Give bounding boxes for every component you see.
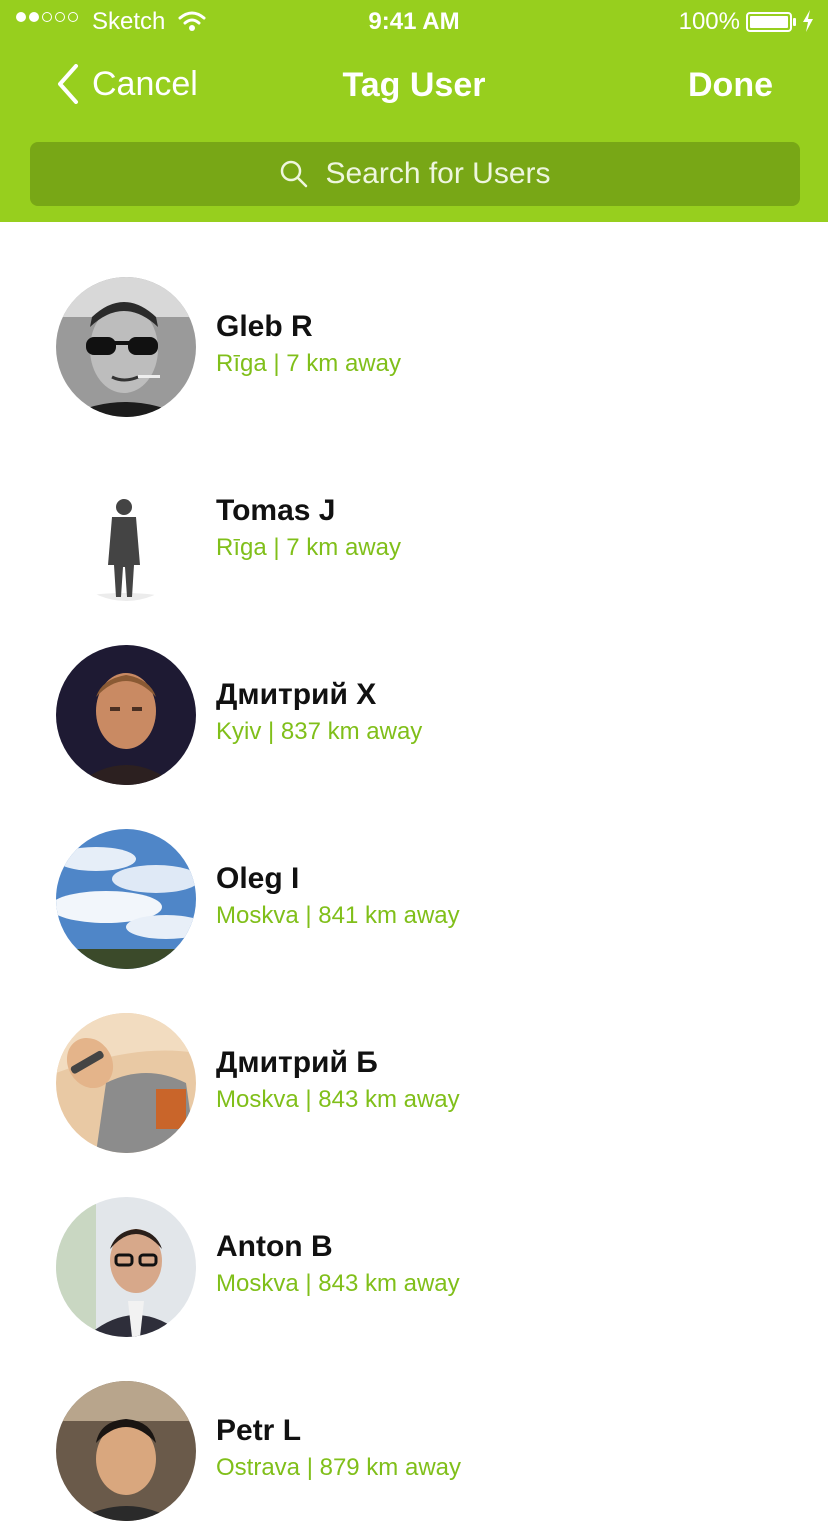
- navigation-bar: Cancel Tag User Done: [0, 44, 828, 132]
- user-location: Moskva | 841 km away: [216, 902, 460, 929]
- user-name: Дмитрий Х: [216, 678, 377, 711]
- avatar: [56, 829, 196, 969]
- battery-percentage: 100%: [678, 8, 740, 35]
- user-location: Rīga | 7 km away: [216, 534, 401, 561]
- user-location: Rīga | 7 km away: [216, 350, 401, 377]
- user-name: Gleb R: [216, 310, 313, 343]
- battery-icon: [746, 12, 796, 32]
- search-icon: [281, 160, 308, 188]
- user-location: Moskva | 843 km away: [216, 1270, 460, 1297]
- avatar: [56, 645, 196, 785]
- user-location: Ostrava | 879 km away: [216, 1454, 461, 1481]
- user-name: Oleg I: [216, 862, 300, 895]
- avatar: [56, 277, 196, 417]
- user-name: Дмитрий Б: [216, 1046, 378, 1079]
- search-input[interactable]: Search for Users: [30, 142, 800, 206]
- avatar: [56, 1013, 196, 1153]
- default-avatar-icon: [56, 461, 196, 601]
- user-location: Moskva | 843 km away: [216, 1086, 460, 1113]
- status-bar: Sketch 9:41 AM 100%: [0, 0, 828, 44]
- user-row[interactable]: Petr L Ostrava | 879 km away: [0, 1326, 828, 1521]
- user-name: Petr L: [216, 1414, 302, 1447]
- avatar: [56, 1197, 196, 1337]
- user-name: Anton B: [216, 1230, 333, 1263]
- user-row[interactable]: Дмитрий Б Moskva | 843 km away: [0, 958, 828, 1153]
- user-row[interactable]: Tomas J Rīga | 7 km away: [0, 406, 828, 601]
- avatar: [56, 1381, 196, 1521]
- user-row[interactable]: Oleg I Moskva | 841 km away: [0, 774, 828, 969]
- search-placeholder: Search for Users: [325, 157, 551, 190]
- done-button[interactable]: Done: [688, 66, 773, 105]
- user-row[interactable]: Дмитрий Х Kyiv | 837 km away: [0, 590, 828, 785]
- header: Sketch 9:41 AM 100% Cancel Tag User Done: [0, 0, 828, 222]
- user-name: Tomas J: [216, 494, 336, 527]
- user-row[interactable]: Gleb R Rīga | 7 km away: [0, 222, 828, 417]
- charging-bolt-icon: [803, 10, 813, 32]
- user-row[interactable]: Anton B Moskva | 843 km away: [0, 1142, 828, 1337]
- user-location: Kyiv | 837 km away: [216, 718, 423, 745]
